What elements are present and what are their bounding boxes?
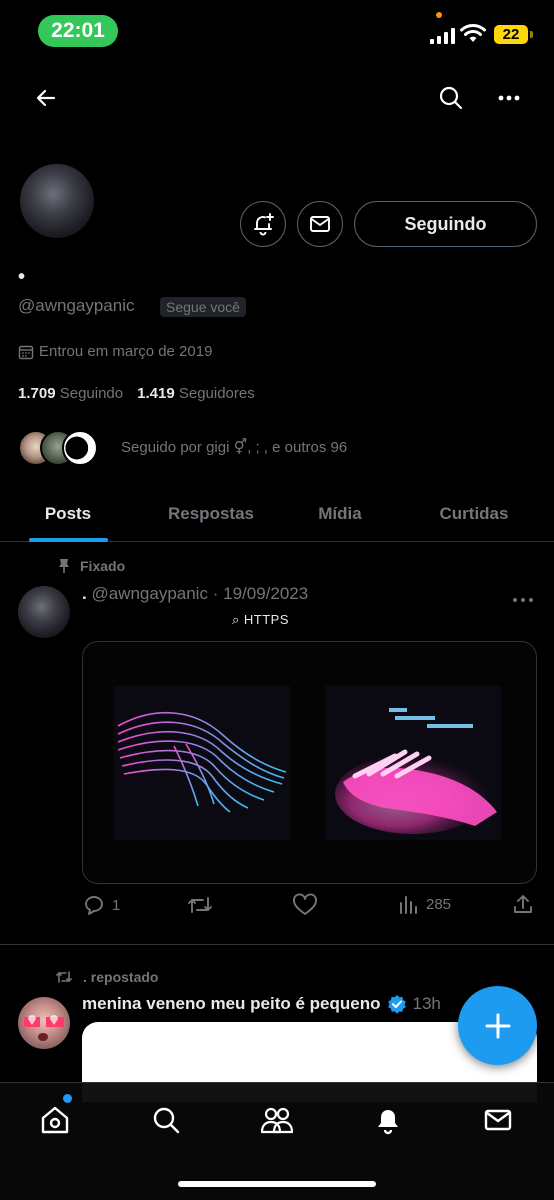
communities-icon (260, 1107, 294, 1134)
neon-hand-image-left (117, 711, 287, 813)
follows-you-badge: Segue você (160, 297, 246, 317)
media-image-right[interactable] (325, 686, 501, 840)
following-count: 1.709 (18, 385, 56, 402)
reply-action[interactable]: 1 (82, 893, 120, 917)
home-indicator-bar[interactable] (178, 1181, 376, 1187)
cellular-signal-icon (430, 28, 455, 44)
post-text: ⌕ HTTPS (232, 612, 290, 627)
reply-count: 1 (112, 896, 121, 914)
followed-by-avatars[interactable] (18, 430, 98, 466)
avatar-photo (24, 1015, 64, 1041)
share-action[interactable] (512, 893, 534, 915)
tab-likes[interactable]: Curtidas (396, 486, 552, 541)
profile-avatar[interactable] (18, 162, 96, 240)
wifi-icon (460, 24, 486, 42)
repost-label: . repostado (83, 969, 159, 985)
message-button[interactable] (297, 201, 343, 247)
post-divider (0, 944, 554, 945)
reply-icon (85, 896, 103, 915)
media-image-left[interactable] (114, 686, 290, 840)
share-icon (514, 895, 532, 913)
views-count: 285 (426, 895, 452, 913)
following-button[interactable]: Seguindo (354, 201, 537, 247)
tab-media[interactable]: Mídia (286, 486, 394, 541)
following-label: Seguindo (59, 385, 124, 402)
post-author-handle[interactable]: @awngaypanic (91, 584, 208, 603)
followers-label: Seguidores (178, 385, 255, 402)
repost-action[interactable] (186, 893, 214, 917)
back-button[interactable] (28, 80, 64, 116)
tab-posts[interactable]: Posts (0, 486, 136, 541)
pin-icon (59, 559, 69, 573)
reposted-post-time[interactable]: 13h (413, 994, 441, 1014)
profile-tabs: Posts Respostas Mídia Curtidas (0, 486, 554, 542)
like-action[interactable] (292, 893, 318, 917)
nav-search[interactable] (146, 1100, 186, 1140)
post-more-button[interactable] (512, 590, 534, 608)
bell-plus-icon (254, 213, 274, 236)
post-actions: 1 285 (0, 893, 554, 923)
post-author-avatar[interactable] (18, 586, 70, 638)
nav-home[interactable] (35, 1100, 75, 1140)
followers-count: 1.419 (137, 385, 175, 402)
post-date[interactable]: 19/09/2023 (223, 584, 308, 603)
compose-post-button[interactable] (458, 986, 537, 1065)
verified-badge-icon (387, 995, 406, 1014)
envelope-icon (484, 1109, 512, 1131)
repost-indicator: . repostado (55, 969, 158, 985)
battery-cap (530, 31, 533, 38)
bell-icon (378, 1110, 398, 1135)
home-unread-dot (63, 1094, 72, 1103)
active-tab-indicator (29, 538, 108, 542)
more-horizontal-icon (498, 95, 520, 101)
followers-count-link[interactable]: 1.419 Seguidores (137, 385, 255, 402)
notifications-bell-button[interactable] (240, 201, 286, 247)
neon-hand-image-right (335, 708, 497, 834)
reposted-author-avatar[interactable] (18, 997, 70, 1049)
privacy-indicator-dot (436, 12, 442, 18)
bar-chart-icon (400, 896, 417, 914)
profile-search-button[interactable] (432, 80, 470, 116)
search-icon (153, 1107, 180, 1134)
arrow-left-icon (36, 89, 56, 107)
follower-avatar (62, 430, 98, 466)
status-time: 22:01 (38, 15, 118, 47)
pinned-indicator: Fixado (58, 558, 125, 574)
nav-communities[interactable] (257, 1100, 297, 1140)
more-horizontal-icon (513, 598, 533, 602)
post-header: . @awngaypanic · 19/09/2023 (82, 584, 308, 604)
repost-icon (188, 897, 212, 913)
repost-icon (56, 971, 72, 983)
post-media[interactable] (82, 641, 537, 884)
post-dot-separator: · (212, 584, 219, 603)
envelope-icon (310, 216, 330, 232)
post-author-name[interactable]: . (82, 584, 87, 603)
following-count-link[interactable]: 1.709 Seguindo (18, 385, 123, 402)
heart-icon (293, 893, 317, 915)
status-bar: 22:01 22 (0, 0, 554, 64)
joined-date: Entrou em março de 2019 (18, 343, 212, 360)
reposted-author-name[interactable]: menina veneno meu peito é pequeno (82, 994, 381, 1014)
search-icon (439, 86, 463, 110)
home-icon (41, 1106, 69, 1134)
battery-indicator: 22 (494, 25, 528, 44)
followed-by-text[interactable]: Seguido por gigi ⚥, ; , e outros 96 (121, 438, 347, 456)
follow-counts: 1.709 Seguindo 1.419 Seguidores (18, 385, 255, 402)
joined-text: Entrou em março de 2019 (39, 343, 213, 360)
profile-display-name: • (18, 266, 26, 288)
profile-handle: @awngaypanic (18, 296, 135, 315)
calendar-icon (18, 345, 34, 359)
tab-replies[interactable]: Respostas (138, 486, 284, 541)
pinned-label: Fixado (80, 558, 126, 574)
reposted-post-header: menina veneno meu peito é pequeno 13h (82, 994, 441, 1014)
views-action[interactable]: 285 (398, 893, 451, 915)
profile-more-button[interactable] (490, 80, 528, 116)
nav-notifications[interactable] (368, 1100, 408, 1140)
plus-icon (485, 1013, 510, 1038)
nav-messages[interactable] (478, 1100, 518, 1140)
